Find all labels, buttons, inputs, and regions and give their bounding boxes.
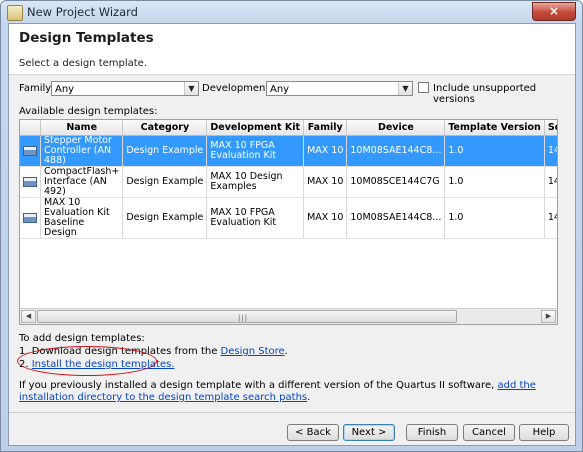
include-unsupported-checkbox[interactable]	[418, 82, 429, 93]
window-title: New Project Wizard	[27, 5, 138, 19]
cell-software-version: 14.1.0	[544, 135, 557, 167]
cell-icon	[20, 197, 41, 239]
wizard-body: Design Templates Select a design templat…	[8, 23, 576, 446]
column-header-kit[interactable]: Development Kit	[206, 120, 305, 136]
cell-category: Design Example	[122, 166, 208, 198]
available-templates-label: Available design templates:	[19, 106, 158, 117]
template-icon	[23, 145, 37, 156]
page-header: Design Templates Select a design templat…	[9, 24, 575, 75]
scroll-right-icon[interactable]: ▶	[541, 310, 556, 323]
column-header-device[interactable]: Device	[346, 120, 446, 136]
cell-icon	[20, 135, 41, 167]
chevron-down-icon: ▼	[398, 82, 412, 95]
cancel-button[interactable]: Cancel	[463, 424, 515, 441]
column-header-software-version[interactable]: Software Version	[544, 120, 557, 136]
template-icon	[23, 176, 37, 187]
template-icon	[23, 212, 37, 223]
wizard-window: New Project Wizard × Design Templates Se…	[0, 0, 583, 452]
templates-table[interactable]: Name Category Development Kit Family Dev…	[19, 119, 558, 325]
app-icon	[7, 5, 23, 21]
cell-category: Design Example	[122, 197, 208, 239]
scrollbar-thumb[interactable]: |||	[37, 310, 457, 323]
cell-software-version: 14.1.0	[544, 197, 557, 239]
cell-software-version: 14.1.0	[544, 166, 557, 198]
step-1-suffix: .	[284, 346, 288, 357]
cell-template-version: 1.0	[444, 166, 545, 198]
next-button[interactable]: Next >	[343, 424, 395, 441]
column-header-icon	[20, 120, 41, 136]
cell-kit: MAX 10 FPGA Evaluation Kit	[206, 197, 305, 239]
grip-icon: |||	[238, 314, 249, 322]
note-text: If you previously installed a design tem…	[19, 380, 498, 391]
cell-family: MAX 10	[303, 135, 348, 167]
column-header-name[interactable]: Name	[40, 120, 124, 136]
scroll-left-icon[interactable]: ◀	[21, 310, 36, 323]
include-unsupported-label: Include unsupported versions	[433, 83, 537, 105]
family-select-value: Any	[55, 84, 75, 95]
search-path-note: If you previously installed a design tem…	[19, 380, 559, 404]
column-header-family[interactable]: Family	[303, 120, 348, 136]
devkit-select[interactable]: Any ▼	[266, 81, 413, 96]
instructions-heading: To add design templates:	[19, 333, 145, 344]
back-button[interactable]: < Back	[287, 424, 339, 441]
cell-template-version: 1.0	[444, 135, 545, 167]
help-button[interactable]: Help	[519, 424, 569, 441]
close-button[interactable]: ×	[532, 2, 576, 21]
cell-icon	[20, 166, 41, 198]
cell-template-version: 1.0	[444, 197, 545, 239]
page-title: Design Templates	[19, 30, 154, 46]
highlight-annotation	[17, 346, 157, 376]
cell-device: 10M08SCE144C7G	[346, 166, 446, 198]
cell-device: 10M08SAE144C8...	[346, 197, 446, 239]
footer-divider	[9, 412, 575, 413]
cell-family: MAX 10	[303, 166, 348, 198]
cell-kit: MAX 10 Design Examples	[206, 166, 305, 198]
column-header-category[interactable]: Category	[122, 120, 208, 136]
horizontal-scrollbar[interactable]: ◀ ||| ▶	[20, 308, 557, 324]
table-row[interactable]: MAX 10 Evaluation Kit Baseline Design De…	[20, 197, 557, 239]
cell-name: Stepper Motor Controller (AN 488)	[40, 135, 124, 167]
title-bar[interactable]: New Project Wizard ×	[1, 1, 582, 23]
finish-button[interactable]: Finish	[406, 424, 458, 441]
table-row[interactable]: Stepper Motor Controller (AN 488) Design…	[20, 135, 557, 167]
page-subtitle: Select a design template.	[19, 58, 148, 69]
family-label: Family:	[19, 83, 54, 94]
table-row[interactable]: CompactFlash+ Interface (AN 492) Design …	[20, 166, 557, 198]
cell-name: CompactFlash+ Interface (AN 492)	[40, 166, 124, 198]
family-select[interactable]: Any ▼	[51, 81, 199, 96]
devkit-select-value: Any	[270, 84, 290, 95]
cell-family: MAX 10	[303, 197, 348, 239]
chevron-down-icon: ▼	[184, 82, 198, 95]
cell-device: 10M08SAE144C8...	[346, 135, 446, 167]
note-suffix: .	[307, 392, 311, 403]
cell-name: MAX 10 Evaluation Kit Baseline Design	[40, 197, 124, 239]
design-store-link[interactable]: Design Store	[221, 346, 285, 357]
cell-category: Design Example	[122, 135, 208, 167]
column-header-template-version[interactable]: Template Version	[444, 120, 545, 136]
cell-kit: MAX 10 FPGA Evaluation Kit	[206, 135, 305, 167]
table-header-row: Name Category Development Kit Family Dev…	[20, 120, 557, 136]
